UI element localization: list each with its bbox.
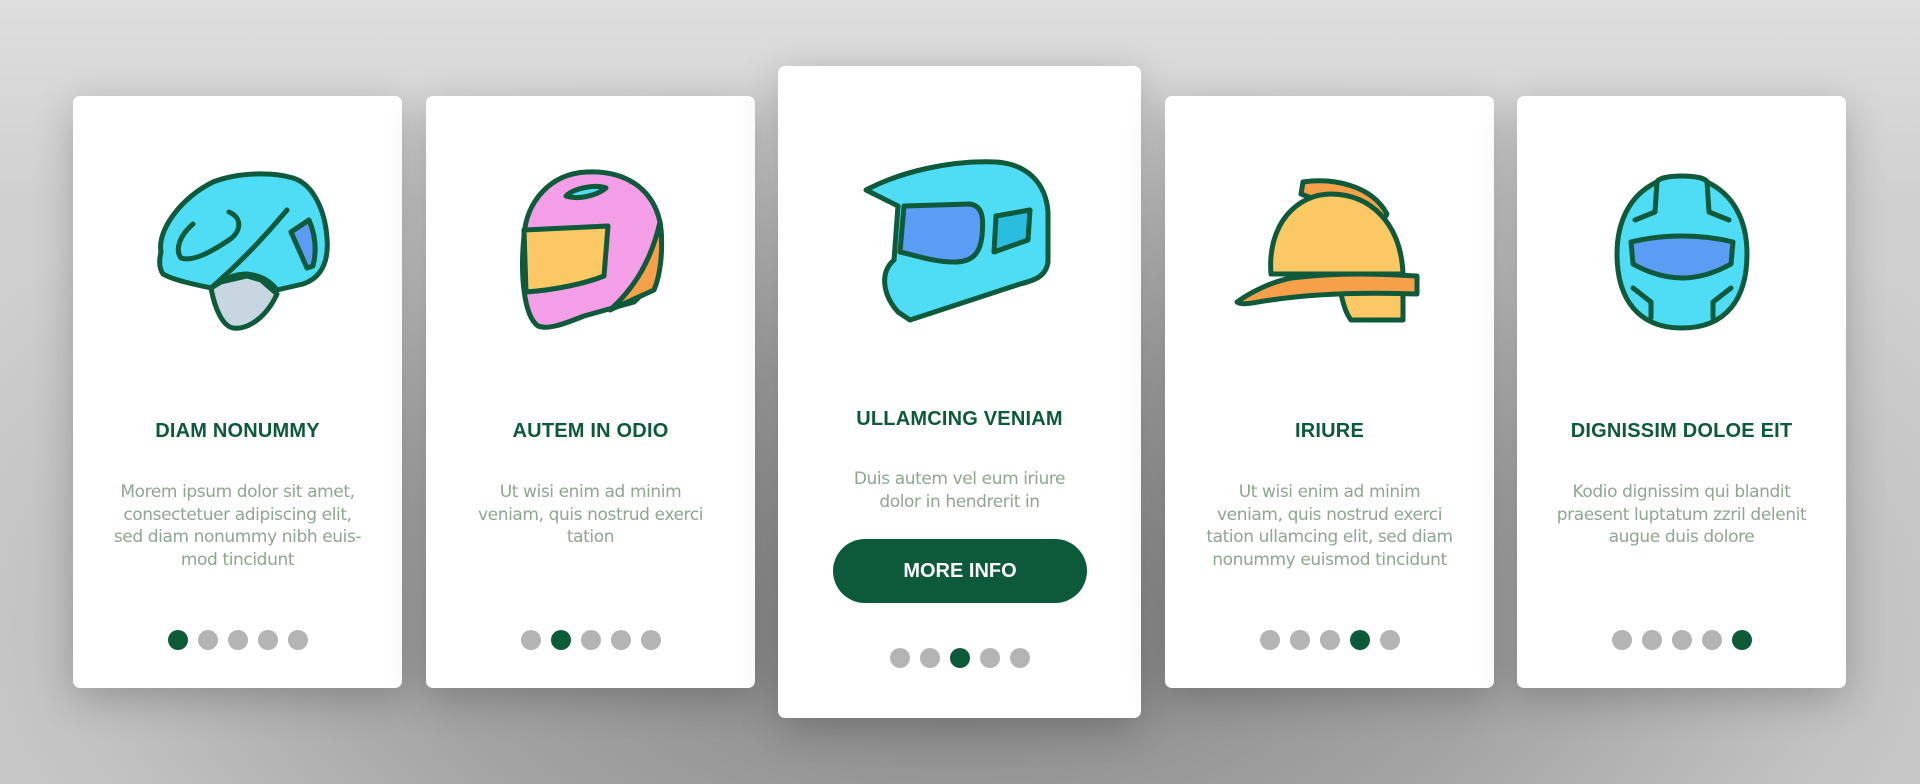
card-description: Ut wisi enim ad minim veniam, quis nostr…: [446, 481, 735, 549]
page-dot-1[interactable]: [889, 648, 910, 668]
card-title: DIGNISSIM DOLOE EIT: [1570, 420, 1793, 442]
more-info-button[interactable]: MORE INFO: [833, 539, 1087, 603]
description-line: dolor in hendrerit in: [879, 491, 1040, 512]
motocross-helmet-icon: [863, 159, 1051, 323]
pagination-dots: [426, 630, 755, 650]
description-line: Ut wisi enim ad minim: [1238, 482, 1421, 502]
description-line: Duis autem vel eum iriure: [853, 469, 1066, 489]
hard-hat-icon: [1234, 178, 1420, 323]
page-dot-3[interactable]: [1671, 630, 1692, 650]
description-line: tation: [566, 527, 615, 547]
page-dot-1[interactable]: [167, 630, 188, 650]
description-line: veniam, quis nostrud exerci: [1216, 504, 1443, 525]
description-line: Ut wisi enim ad minim: [499, 482, 682, 502]
card-title: AUTEM IN ODIO: [512, 420, 669, 442]
page-dot-4[interactable]: [610, 630, 631, 650]
pagination-dots: [73, 630, 402, 650]
page-dot-3[interactable]: [580, 630, 601, 650]
page-dot-5[interactable]: [1379, 630, 1400, 650]
pagination-dots: [778, 648, 1141, 668]
onboarding-card-4: IRIURE Ut wisi enim ad minim veniam, qui…: [1165, 96, 1494, 688]
description-line: veniam, quis nostrud exerci: [477, 504, 704, 525]
bicycle-helmet-icon: [157, 171, 330, 331]
page-dot-5[interactable]: [1009, 648, 1030, 668]
card-description: Morem ipsum dolor sit amet, consectetuer…: [93, 481, 382, 571]
page-dot-2[interactable]: [1641, 630, 1662, 650]
onboarding-card-3: ULLAMCING VENIAM Duis autem vel eum iriu…: [778, 66, 1141, 718]
description-line: augue duis dolore: [1608, 527, 1755, 547]
description-line: Kodio dignissim qui blandit: [1572, 482, 1791, 502]
description-line: nonummy euismod tincidunt: [1212, 549, 1447, 570]
description-line: Morem ipsum dolor sit amet,: [120, 482, 355, 502]
page-dot-1[interactable]: [520, 630, 541, 650]
pagination-dots: [1165, 630, 1494, 650]
motorcycle-helmet-icon: [520, 169, 665, 330]
page-dot-2[interactable]: [197, 630, 218, 650]
description-line: praesent luptatum zzril delenit: [1556, 504, 1807, 525]
page-dot-5[interactable]: [640, 630, 661, 650]
page-dot-1[interactable]: [1611, 630, 1632, 650]
page-dot-4[interactable]: [1349, 630, 1370, 650]
racing-helmet-front-icon: [1614, 173, 1750, 331]
page-dot-3[interactable]: [1319, 630, 1340, 650]
page-dot-5[interactable]: [287, 630, 308, 650]
page-dot-2[interactable]: [1289, 630, 1310, 650]
page-dot-3[interactable]: [949, 648, 970, 668]
page-dot-2[interactable]: [919, 648, 940, 668]
onboarding-card-2: AUTEM IN ODIO Ut wisi enim ad minim veni…: [426, 96, 755, 688]
card-title: IRIURE: [1295, 420, 1364, 442]
card-description: Kodio dignissim qui blandit praesent lup…: [1537, 481, 1826, 549]
page-dot-1[interactable]: [1259, 630, 1280, 650]
card-description: Duis autem vel eum iriure dolor in hendr…: [798, 468, 1121, 513]
onboarding-card-5: DIGNISSIM DOLOE EIT Kodio dignissim qui …: [1517, 96, 1846, 688]
card-title: ULLAMCING VENIAM: [856, 408, 1063, 430]
pagination-dots: [1517, 630, 1846, 650]
card-title: DIAM NONUMMY: [155, 420, 320, 442]
page-dot-4[interactable]: [257, 630, 278, 650]
description-line: mod tincidunt: [180, 549, 295, 570]
page-dot-5[interactable]: [1731, 630, 1752, 650]
description-line: consectetuer adipiscing elit,: [123, 504, 352, 525]
card-description: Ut wisi enim ad minim veniam, quis nostr…: [1185, 481, 1474, 571]
page-dot-4[interactable]: [979, 648, 1000, 668]
page-dot-2[interactable]: [550, 630, 571, 650]
onboarding-card-1: DIAM NONUMMY Morem ipsum dolor sit amet,…: [73, 96, 402, 688]
description-line: tation ullamcing elit, sed diam: [1206, 527, 1453, 547]
page-dot-3[interactable]: [227, 630, 248, 650]
description-line: sed diam nonummy nibh euis-: [113, 527, 362, 547]
page-dot-4[interactable]: [1701, 630, 1722, 650]
